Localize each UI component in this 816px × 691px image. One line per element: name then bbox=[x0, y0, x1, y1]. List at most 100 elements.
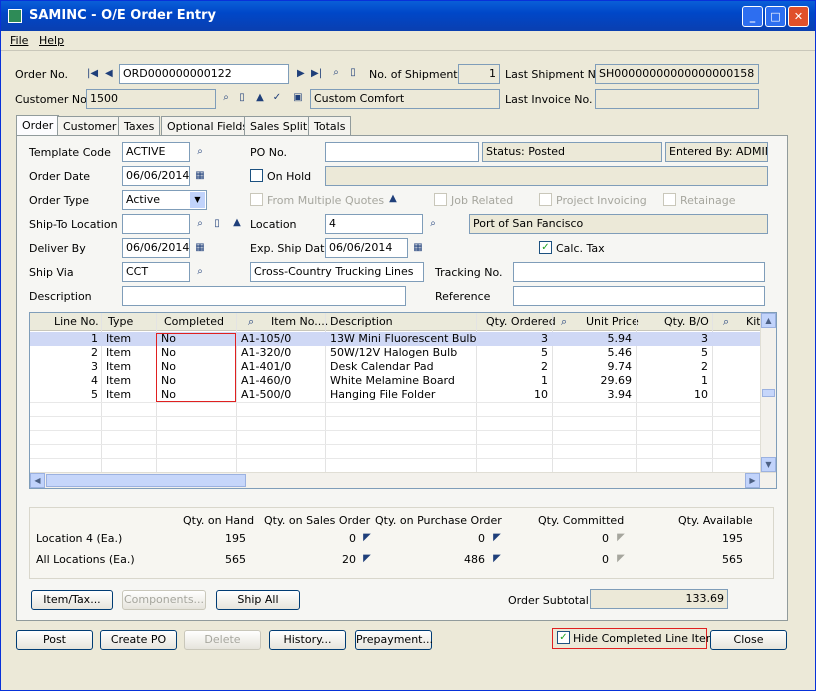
minimize-button[interactable]: _ bbox=[742, 6, 763, 27]
exp-ship-date-input[interactable]: 06/06/2014 bbox=[325, 238, 408, 258]
calculator-icon[interactable]: ▣ bbox=[292, 92, 304, 104]
item-tax-button[interactable]: Item/Tax... bbox=[31, 590, 113, 610]
last-shipment-value: SH00000000000000000158 bbox=[595, 64, 759, 84]
status-field: Status: Posted bbox=[482, 142, 662, 162]
project-invoicing-checkbox[interactable] bbox=[539, 193, 552, 206]
search-icon[interactable]: ⌕ bbox=[194, 266, 206, 278]
scroll-right-icon[interactable]: ▶ bbox=[745, 473, 760, 488]
description-input[interactable] bbox=[122, 286, 406, 306]
ship-via-name-field[interactable]: Cross-Country Trucking Lines bbox=[250, 262, 424, 282]
post-button[interactable]: Post bbox=[16, 630, 93, 650]
order-no-input[interactable]: ORD000000000122 bbox=[119, 64, 289, 84]
drilldown-icon[interactable]: ◤ bbox=[615, 553, 627, 565]
first-record-icon[interactable]: |◀ bbox=[87, 68, 98, 80]
scroll-left-icon[interactable]: ◀ bbox=[30, 473, 45, 488]
job-related-checkbox[interactable] bbox=[434, 193, 447, 206]
calc-tax-checkbox[interactable]: ✓ bbox=[539, 241, 552, 254]
table-row[interactable]: 1 Item No A1-105/0 13W Mini Fluorescent … bbox=[30, 332, 762, 346]
order-type-select[interactable]: Active ▼ bbox=[122, 190, 207, 210]
search-icon[interactable]: ⌕ bbox=[194, 146, 206, 158]
deliver-by-input[interactable]: 06/06/2014 bbox=[122, 238, 190, 258]
tab-sales-split[interactable]: Sales Split bbox=[244, 116, 314, 136]
col-type[interactable]: Type bbox=[108, 315, 133, 328]
calendar-icon[interactable]: ▦ bbox=[412, 242, 424, 254]
tab-customer[interactable]: Customer bbox=[57, 116, 123, 136]
search-icon[interactable]: ⌕ bbox=[723, 315, 729, 329]
tab-taxes[interactable]: Taxes bbox=[118, 116, 161, 136]
scroll-up-icon[interactable]: ▲ bbox=[761, 313, 776, 328]
tab-totals[interactable]: Totals bbox=[308, 116, 352, 136]
col-item-no[interactable]: Item No.... bbox=[271, 315, 328, 328]
collapse-arrow-icon[interactable]: ▲ bbox=[254, 92, 266, 104]
reference-input[interactable] bbox=[513, 286, 765, 306]
col-kit[interactable]: Kit bbox=[746, 315, 761, 328]
hide-completed-checkbox[interactable]: ✓ bbox=[557, 631, 570, 644]
vertical-scrollbar[interactable]: ▲ ▼ bbox=[760, 313, 776, 473]
document-icon[interactable]: ▯ bbox=[211, 218, 223, 230]
ship-to-input[interactable] bbox=[122, 214, 190, 234]
prepayment-button[interactable]: Prepayment... bbox=[355, 630, 433, 650]
close-window-button[interactable]: ✕ bbox=[788, 6, 809, 27]
table-row[interactable]: 3 Item No A1-401/0 Desk Calendar Pad 2 9… bbox=[30, 360, 762, 374]
search-icon[interactable]: ⌕ bbox=[248, 315, 254, 329]
scroll-down-icon[interactable]: ▼ bbox=[761, 457, 776, 472]
ship-via-input[interactable]: CCT bbox=[122, 262, 190, 282]
tab-order[interactable]: Order bbox=[16, 115, 60, 136]
ship-all-button[interactable]: Ship All bbox=[216, 590, 300, 610]
components-button[interactable]: Components... bbox=[122, 590, 206, 610]
hide-completed-label[interactable]: Hide Completed Line Items bbox=[573, 632, 722, 645]
col-qty-ordered[interactable]: Qty. Ordered bbox=[486, 315, 556, 328]
menu-help[interactable]: Help bbox=[39, 34, 64, 47]
from-multiple-quotes-checkbox[interactable] bbox=[250, 193, 263, 206]
previous-record-icon[interactable]: ◀ bbox=[105, 68, 113, 80]
collapse-arrow-icon[interactable]: ▲ bbox=[231, 217, 243, 229]
drilldown-icon[interactable]: ◤ bbox=[491, 532, 503, 544]
search-icon[interactable]: ⌕ bbox=[561, 315, 567, 329]
col-unit-price[interactable]: Unit Price bbox=[586, 315, 639, 328]
retainage-checkbox[interactable] bbox=[663, 193, 676, 206]
close-button[interactable]: Close bbox=[710, 630, 787, 650]
delete-button[interactable]: Delete bbox=[184, 630, 261, 650]
document-icon[interactable]: ▯ bbox=[236, 92, 248, 104]
collapse-arrow-icon[interactable]: ▲ bbox=[387, 193, 399, 205]
exp-ship-date-label: Exp. Ship Date bbox=[250, 242, 332, 255]
template-code-input[interactable]: ACTIVE bbox=[122, 142, 190, 162]
search-icon[interactable]: ⌕ bbox=[220, 92, 232, 104]
on-hold-checkbox[interactable] bbox=[250, 169, 263, 182]
title-bar[interactable]: SAMINC - O/E Order Entry _ □ ✕ bbox=[1, 1, 815, 31]
drilldown-icon[interactable]: ◤ bbox=[615, 532, 627, 544]
drilldown-icon[interactable]: ◤ bbox=[361, 532, 373, 544]
order-lines-grid[interactable]: Line No. Type Completed ⌕ Item No.... De… bbox=[29, 312, 777, 489]
tracking-no-input[interactable] bbox=[513, 262, 765, 282]
col-completed[interactable]: Completed bbox=[164, 315, 224, 328]
search-icon[interactable]: ⌕ bbox=[427, 218, 439, 230]
table-row[interactable]: 2 Item No A1-320/0 50W/12V Halogen Bulb … bbox=[30, 346, 762, 360]
chevron-down-icon[interactable]: ▼ bbox=[190, 192, 205, 208]
vertical-scroll-thumb[interactable] bbox=[762, 389, 775, 397]
tab-optional-fields[interactable]: Optional Fields bbox=[161, 116, 255, 136]
calendar-icon[interactable]: ▦ bbox=[194, 170, 206, 182]
maximize-button[interactable]: □ bbox=[765, 6, 786, 27]
order-date-input[interactable]: 06/06/2014 bbox=[122, 166, 190, 186]
history-button[interactable]: History... bbox=[269, 630, 346, 650]
drilldown-icon[interactable]: ◤ bbox=[491, 553, 503, 565]
horizontal-scrollbar[interactable]: ◀ ▶ bbox=[30, 472, 776, 488]
horizontal-scroll-thumb[interactable] bbox=[46, 474, 246, 487]
po-no-input[interactable] bbox=[325, 142, 479, 162]
next-record-icon[interactable]: ▶ bbox=[297, 68, 305, 80]
table-row[interactable]: 5 Item No A1-500/0 Hanging File Folder 1… bbox=[30, 388, 762, 402]
new-document-icon[interactable]: ▯ bbox=[347, 67, 359, 79]
create-po-button[interactable]: Create PO bbox=[100, 630, 177, 650]
col-description[interactable]: Description bbox=[330, 315, 393, 328]
col-line-no[interactable]: Line No. bbox=[54, 315, 99, 328]
search-icon[interactable]: ⌕ bbox=[194, 218, 206, 230]
menu-file[interactable]: File bbox=[10, 34, 28, 47]
last-record-icon[interactable]: ▶| bbox=[311, 68, 322, 80]
col-qty-bo[interactable]: Qty. B/O bbox=[664, 315, 709, 328]
table-row[interactable]: 4 Item No A1-460/0 White Melamine Board … bbox=[30, 374, 762, 388]
location-input[interactable]: 4 bbox=[325, 214, 423, 234]
search-icon[interactable]: ⌕ bbox=[330, 67, 342, 79]
calendar-icon[interactable]: ▦ bbox=[194, 242, 206, 254]
check-edit-icon[interactable]: ✓ bbox=[271, 92, 283, 104]
drilldown-icon[interactable]: ◤ bbox=[361, 553, 373, 565]
